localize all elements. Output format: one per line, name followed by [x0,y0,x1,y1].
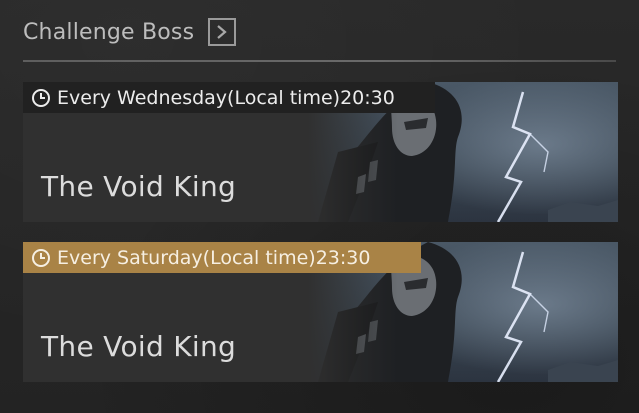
boss-card-saturday[interactable]: Every Saturday(Local time)23:30 The Void… [23,242,618,382]
clock-icon [32,248,50,267]
boss-name: The Void King [41,170,237,203]
boss-name: The Void King [41,330,237,363]
boss-card-wednesday[interactable]: Every Wednesday(Local time)20:30 The Voi… [23,82,618,222]
challenge-boss-header: Challenge Boss [23,14,237,50]
expand-button[interactable] [208,18,237,46]
header-divider [23,60,616,62]
schedule-tag-highlighted: Every Saturday(Local time)23:30 [23,242,421,273]
clock-icon [32,88,50,107]
schedule-text: Every Saturday(Local time)23:30 [57,246,371,269]
chevron-right-icon [217,25,227,39]
schedule-tag: Every Wednesday(Local time)20:30 [23,82,435,113]
section-title: Challenge Boss [23,19,195,45]
schedule-text: Every Wednesday(Local time)20:30 [57,86,395,109]
